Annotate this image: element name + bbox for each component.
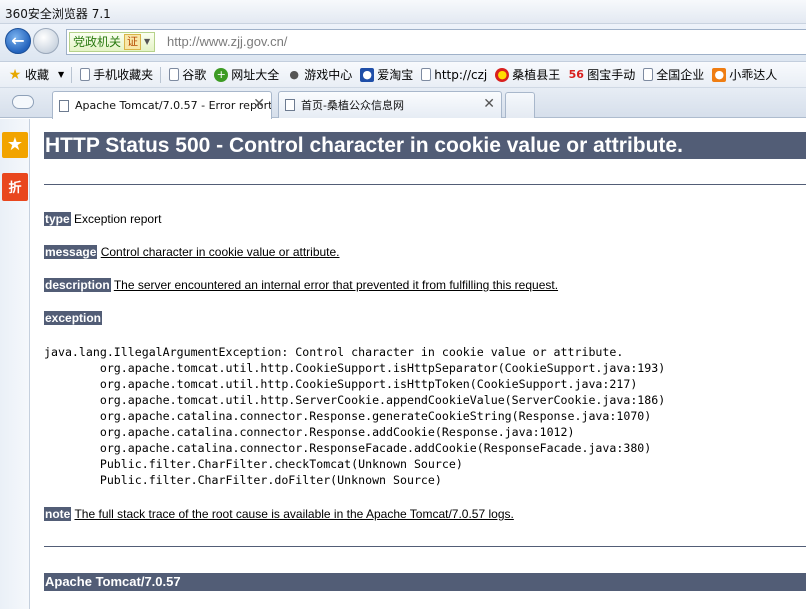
tab-bar: Apache Tomcat/7.0.57 - Error report ✕ 首页… — [0, 88, 806, 119]
window-titlebar: 360安全浏览器 7.1 — [0, 0, 806, 24]
cloud-icon[interactable] — [12, 95, 34, 109]
exception-label: exception — [44, 311, 103, 325]
message-value: Control character in cookie value or att… — [100, 245, 340, 259]
certificate-icon: 证 — [124, 34, 142, 50]
bookmark-item[interactable]: 全国企业 — [639, 66, 708, 83]
bookmark-label: 手机收藏夹 — [93, 68, 154, 82]
description-value: The server encountered an internal error… — [113, 278, 559, 292]
type-value: Exception report — [74, 212, 162, 226]
bookmark-item[interactable]: 谷歌 — [165, 66, 210, 83]
zone-label: 党政机关 — [73, 35, 122, 49]
divider — [44, 184, 806, 185]
discount-icon[interactable]: 折 — [2, 173, 28, 201]
new-tab-button[interactable] — [505, 92, 535, 118]
note-row: note The full stack trace of the root ca… — [44, 507, 514, 521]
bookmark-item[interactable]: ● 游戏中心 — [283, 66, 356, 83]
page-title: HTTP Status 500 - Control character in c… — [44, 132, 806, 159]
favorites-star-icon[interactable]: ★ — [2, 132, 28, 158]
separator — [71, 66, 73, 83]
tab-error-report[interactable]: Apache Tomcat/7.0.57 - Error report ✕ — [52, 91, 272, 119]
description-row: description The server encountered an in… — [44, 278, 558, 292]
bookmark-item[interactable]: ★ 收藏 ▼ — [4, 66, 76, 83]
tab-label: Apache Tomcat/7.0.57 - Error report — [75, 99, 271, 112]
star-icon: ★ — [8, 66, 22, 83]
divider — [44, 546, 806, 547]
bookmark-label: 小乖达人 — [729, 68, 778, 82]
page-icon — [80, 68, 91, 81]
message-label: message — [44, 245, 98, 259]
bookmark-label: 爱淘宝 — [377, 68, 414, 82]
page-icon — [59, 99, 69, 112]
bookmarks-bar: ★ 收藏 ▼ 手机收藏夹 谷歌 + 网址大全 ● 游戏中心 ● 爱淘宝 http://cz… — [0, 62, 806, 88]
bookmark-label: 图宝手动 — [587, 68, 636, 82]
bookmark-label: 网址大全 — [231, 68, 280, 82]
chevron-down-icon: ▼ — [58, 70, 65, 79]
bookmark-item[interactable]: + 网址大全 — [210, 66, 283, 83]
page-icon — [285, 99, 295, 111]
site-zone-badge[interactable]: 党政机关 证 ▼ — [69, 32, 156, 52]
close-icon[interactable]: ✕ — [253, 96, 265, 112]
bookmark-label: 游戏中心 — [304, 68, 353, 82]
note-value: The full stack trace of the root cause i… — [74, 507, 514, 521]
56-icon: 56 — [568, 67, 584, 81]
navigation-bar: ← 党政机关 证 ▼ http://www.zjj.gov.cn/ — [0, 24, 806, 62]
bookmark-item[interactable]: ● 桑植县王 — [491, 66, 564, 83]
back-arrow-icon: ← — [11, 31, 25, 50]
url-text[interactable]: http://www.zjj.gov.cn/ — [167, 34, 287, 49]
tao-icon: ● — [712, 67, 727, 82]
bookmark-label: http://czj — [434, 67, 488, 82]
page-content: HTTP Status 500 - Control character in c… — [30, 119, 806, 609]
bookmark-item[interactable]: ● 爱淘宝 — [356, 66, 417, 83]
page-icon — [421, 68, 432, 81]
red-circle-icon: ● — [495, 67, 510, 82]
bookmark-item[interactable]: http://czj — [417, 68, 491, 82]
page-icon — [169, 68, 180, 81]
type-row: type Exception report — [44, 212, 161, 226]
address-bar[interactable]: 党政机关 证 ▼ http://www.zjj.gov.cn/ — [66, 29, 806, 55]
bookmark-label: 谷歌 — [182, 68, 207, 82]
left-sidebar: ★ 折 — [0, 119, 30, 609]
bookmark-item[interactable]: 56 图宝手动 — [564, 66, 639, 83]
forward-button[interactable] — [33, 28, 59, 54]
exception-row: exception — [44, 311, 103, 325]
bookmark-label: 收藏 — [25, 68, 50, 82]
tab-sangzhi-home[interactable]: 首页-桑植公众信息网 ✕ — [278, 91, 502, 118]
bookmark-item[interactable]: ● 小乖达人 — [708, 66, 781, 83]
green-plus-icon: + — [214, 67, 229, 82]
note-label: note — [44, 507, 72, 521]
chevron-down-icon: ▼ — [144, 37, 151, 46]
back-button[interactable]: ← — [5, 28, 31, 54]
gamepad-icon: ● — [289, 67, 300, 81]
description-label: description — [44, 278, 111, 292]
paw-icon: ● — [360, 67, 375, 82]
window-title: 360安全浏览器 7.1 — [5, 7, 111, 21]
message-row: message Control character in cookie valu… — [44, 245, 340, 259]
separator — [160, 66, 162, 83]
page-icon — [643, 68, 654, 81]
bookmark-item[interactable]: 手机收藏夹 — [76, 66, 165, 83]
close-icon[interactable]: ✕ — [483, 96, 495, 112]
server-footer: Apache Tomcat/7.0.57 — [44, 573, 806, 591]
bookmark-label: 桑植县王 — [512, 68, 561, 82]
type-label: type — [44, 212, 71, 226]
stack-trace: java.lang.IllegalArgumentException: Cont… — [44, 345, 666, 487]
tab-label: 首页-桑植公众信息网 — [301, 99, 404, 112]
bookmark-label: 全国企业 — [656, 68, 705, 82]
